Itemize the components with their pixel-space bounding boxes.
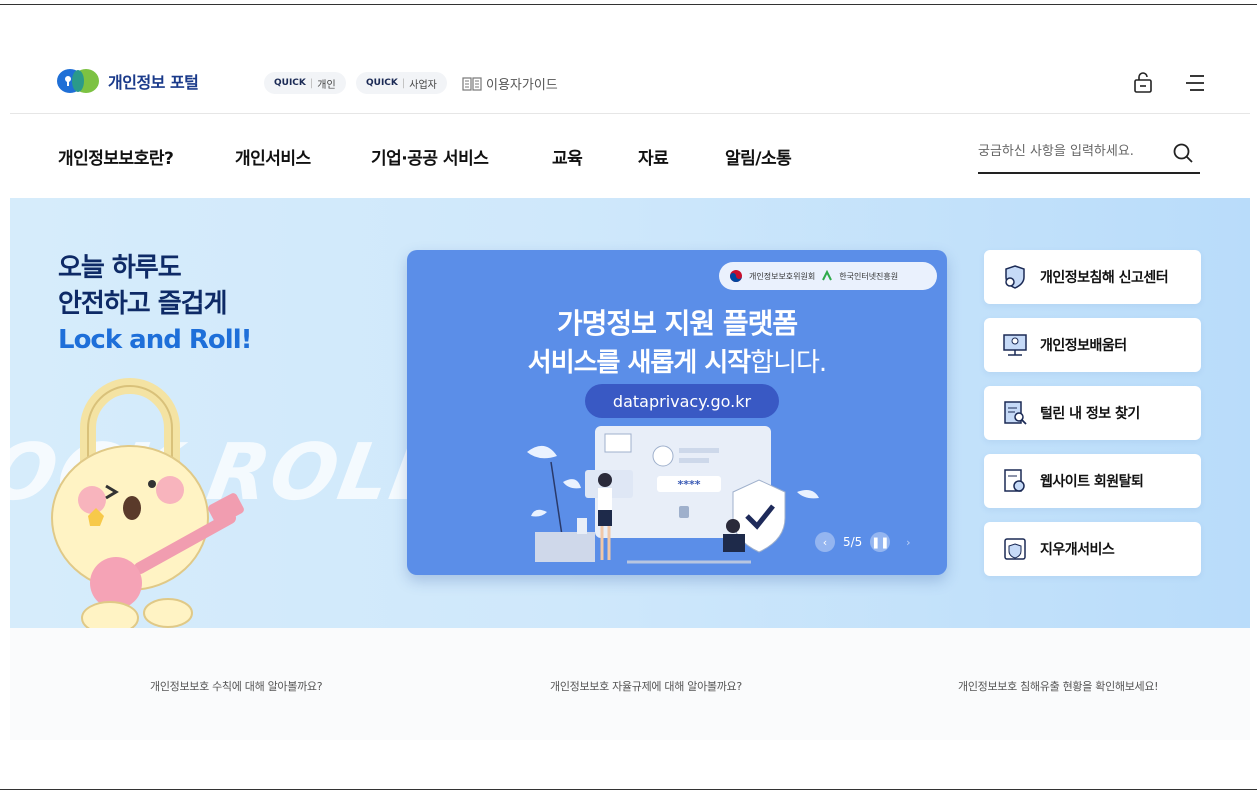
organization-logos: 개인정보보호위원회 한국인터넷진흥원 (719, 262, 937, 290)
government-emblem-icon (730, 270, 742, 282)
service-label: 웹사이트 회원탈퇴 (1040, 474, 1144, 490)
quick-label: 개인 (317, 79, 336, 91)
service-label: 지우개서비스 (1040, 542, 1115, 558)
banner-title-part-b: 새롭게 시작 (627, 348, 752, 378)
nav-item-about[interactable]: 개인정보보호란? (58, 144, 174, 169)
quick-tag: QUICK (274, 78, 306, 88)
quick-personal-button[interactable]: QUICK | 개인 (264, 72, 346, 94)
nav-item-resources[interactable]: 자료 (638, 144, 669, 169)
banner-illustration: **** (527, 426, 819, 564)
logo-mark-icon (57, 69, 99, 93)
pause-slide-button[interactable]: ❚❚ (870, 532, 891, 552)
document-search-icon (1004, 401, 1027, 425)
hero-slogan: 오늘 하루도 안전하고 즐겁게 Lock and Roll! (58, 250, 252, 358)
service-label: 털린 내 정보 찾기 (1040, 406, 1140, 422)
frame-bottom-line (0, 789, 1257, 790)
frame-top-line (0, 4, 1257, 5)
banner-title-line-2: 서비스를 새롭게 시작합니다. (407, 342, 947, 379)
service-label: 개인정보배움터 (1040, 338, 1127, 354)
service-label: 개인정보침해 신고센터 (1040, 270, 1169, 286)
search-box (978, 138, 1200, 174)
prev-slide-button[interactable]: ‹ (815, 532, 835, 552)
search-input[interactable] (978, 144, 1158, 159)
quick-tag: QUICK (366, 78, 398, 88)
banner-title-line-1: 가명정보 지원 플랫폼 (556, 307, 798, 340)
logo-text: 개인정보 포털 (108, 73, 199, 92)
org-2-name: 한국인터넷진흥원 (839, 271, 899, 281)
slide-counter: 5/5 (843, 535, 863, 549)
banner-url-pill[interactable]: dataprivacy.go.kr (585, 384, 779, 418)
quick-label: 사업자 (409, 79, 437, 91)
quick-separator: | (401, 77, 406, 89)
password-mask-text: **** (677, 478, 700, 491)
shield-person-icon (1005, 265, 1025, 289)
book-icon (462, 76, 482, 91)
user-guide-label: 이용자가이드 (486, 78, 558, 93)
banner-title-part-a: 서비스를 (527, 348, 628, 378)
eraser-shield-icon (1004, 538, 1026, 560)
next-slide-button[interactable]: › (898, 532, 918, 552)
lock-mascot-illustration (51, 378, 244, 628)
service-find-leaked-info[interactable]: 털린 내 정보 찾기 (984, 386, 1201, 440)
top-utility-bar: 개인정보 포털 QUICK | 개인 QUICK | 사업자 이용자가이드 (10, 56, 1250, 114)
user-guide-link[interactable]: 이용자가이드 (462, 74, 558, 93)
kisa-logo-icon (822, 270, 833, 281)
service-eraser[interactable]: 지우개서비스 (984, 522, 1201, 576)
document-lock-icon (1004, 469, 1025, 492)
service-website-withdrawal[interactable]: 웹사이트 회원탈퇴 (984, 454, 1201, 508)
banner-title-part-c: 합니다. (750, 348, 827, 378)
slogan-line-2: 안전하고 즐겁게 (58, 289, 228, 319)
service-privacy-learning[interactable]: 개인정보배움터 (984, 318, 1201, 372)
site-logo[interactable]: 개인정보 포털 (56, 68, 199, 94)
quick-business-button[interactable]: QUICK | 사업자 (356, 72, 447, 94)
slogan-line-3: Lock and Roll! (58, 325, 252, 355)
hero-section: OCK ROLL 오늘 하루도 안전하고 즐겁게 Lock and Roll! … (10, 198, 1250, 628)
menu-icon[interactable] (1182, 70, 1208, 96)
org-1-name: 개인정보보호위원회 (749, 271, 816, 281)
slide-controls: ‹ 5/5 ❚❚ › (815, 532, 918, 552)
slogan-line-1: 오늘 하루도 (58, 253, 182, 283)
main-navigation: 개인정보보호란? 개인서비스 기업·공공 서비스 교육 자료 알림/소통 (10, 114, 1250, 198)
main-banner-slide[interactable]: 개인정보보호위원회 한국인터넷진흥원 가명정보 지원 플랫폼 서비스를 새롭게 … (407, 250, 947, 575)
link-privacy-rules[interactable]: 개인정보보호 수칙에 대해 알아볼까요? (150, 678, 323, 694)
nav-item-notice[interactable]: 알림/소통 (725, 144, 792, 169)
monitor-teacher-icon (1003, 334, 1027, 356)
quick-info-links: 개인정보보호 수칙에 대해 알아볼까요? 개인정보보호 자율규제에 대해 알아볼… (10, 628, 1250, 740)
login-lock-icon[interactable] (1130, 70, 1156, 96)
link-self-regulation[interactable]: 개인정보보호 자율규제에 대해 알아볼까요? (550, 678, 742, 694)
link-breach-status[interactable]: 개인정보보호 침해유출 현황을 확인해보세요! (958, 678, 1159, 694)
service-privacy-report-center[interactable]: 개인정보침해 신고센터 (984, 250, 1201, 304)
nav-item-education[interactable]: 교육 (552, 144, 583, 169)
search-icon[interactable] (1172, 142, 1194, 164)
nav-item-personal-service[interactable]: 개인서비스 (235, 144, 311, 169)
quick-separator: | (309, 77, 314, 89)
nav-item-business-service[interactable]: 기업·공공 서비스 (371, 144, 489, 169)
